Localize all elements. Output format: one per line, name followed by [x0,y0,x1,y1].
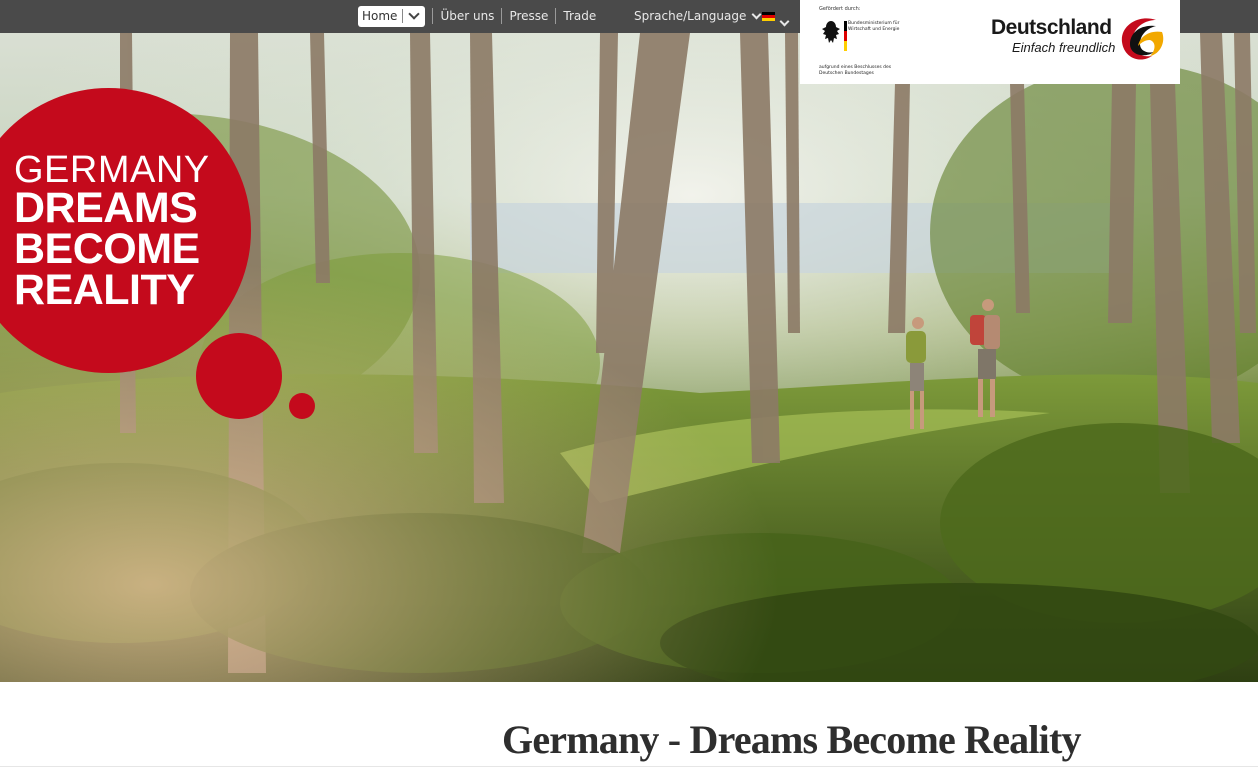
federal-eagle-icon [822,21,840,43]
home-button[interactable]: Home [358,5,426,27]
brand-tagline: Einfach freundlich [1012,40,1116,55]
funded-by-label: Gefördert durch: [819,6,861,12]
flag-dropdown[interactable] [779,10,790,29]
ministry-name: Bundesministerium für Wirtschaft und Ene… [848,21,900,32]
decorative-circle-medium [196,333,282,419]
chevron-down-icon [779,16,790,27]
headline-slogan: DREAMS BECOME REALITY [14,184,200,314]
decorative-circle-small [289,393,315,419]
bundestag-decision: aufgrund eines Beschlusses des Deutschen… [819,65,892,76]
ministry-flag-bar [844,21,847,51]
language-selector[interactable]: Sprache/Language [634,9,762,23]
page-title: Germany - Dreams Become Reality [502,717,1082,762]
brand-name[interactable]: Deutschland [991,16,1112,40]
hero-forest-image: GERMANY DREAMS BECOME REALITY [0,33,1258,682]
nav-link-trade[interactable]: Trade [555,8,603,24]
home-divider [402,9,404,23]
german-flag-icon[interactable] [762,12,775,21]
deutschland-swirl-logo [1121,18,1164,60]
chevron-down-icon[interactable] [408,8,421,20]
bottom-divider [0,766,1258,767]
main-nav: Home Über uns Presse Trade [358,5,603,27]
nav-link-ueber-uns[interactable]: Über uns [432,8,501,24]
flag-stripe-gold [762,18,775,21]
home-label: Home [362,9,398,23]
chevron-down-icon [751,9,762,19]
nav-link-presse[interactable]: Presse [501,8,555,24]
logo-box: Gefördert durch: Bundesministerium für W… [800,0,1180,84]
language-label: Sprache/Language [634,9,747,23]
